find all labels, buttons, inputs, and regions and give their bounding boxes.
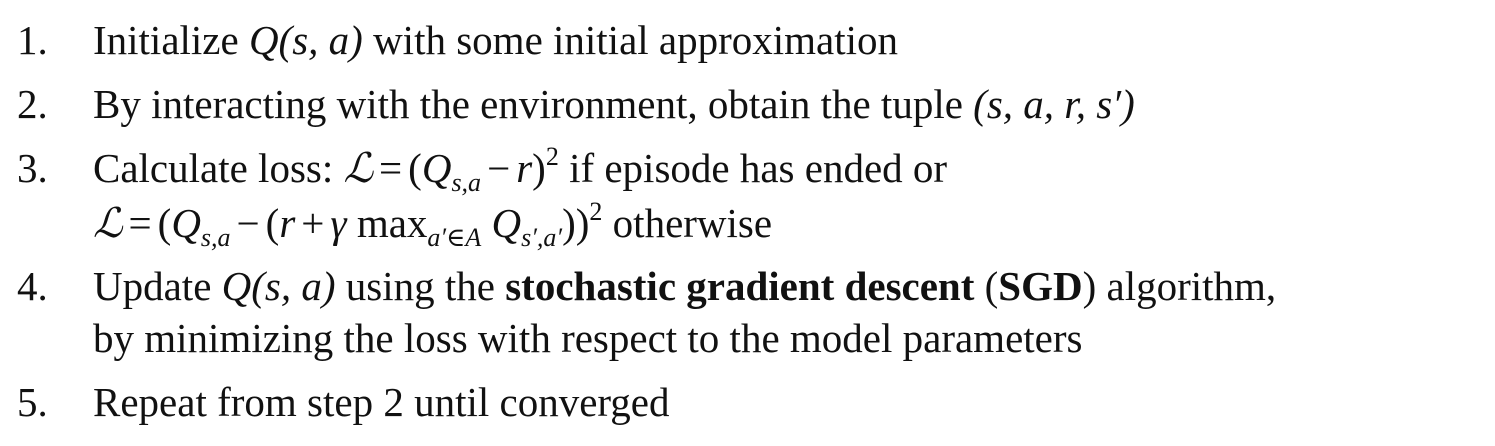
step-text-pre: Initialize (93, 17, 249, 63)
minus-sign: − (236, 200, 260, 246)
step-text-pre: Update (93, 263, 222, 309)
step-number: 2. (17, 81, 48, 127)
reward-symbol: r (516, 145, 533, 191)
step-text-post: if episode has ended or (558, 145, 948, 191)
q-subscript: s,a (451, 168, 482, 197)
q-subscript: s′,a′ (521, 223, 563, 252)
step-text: By interacting with the environment, obt… (93, 80, 1135, 128)
equals-sign: = (128, 200, 152, 246)
max-operator: max (356, 200, 428, 246)
step-text-mid: using the (335, 263, 506, 309)
algorithm-steps-list: 1. Initialize Q(s, a) with some initial … (0, 0, 1495, 446)
paren-open: ( (265, 200, 280, 246)
step-number: 3. (17, 145, 48, 191)
minus-sign: − (487, 145, 511, 191)
q-function: Q(s, a) (221, 263, 336, 309)
loss-symbol: ℒ (343, 144, 374, 192)
transition-tuple: (s, a, r, s′) (973, 81, 1135, 127)
paren-close: ) (532, 145, 546, 191)
q-symbol: Q (421, 145, 452, 191)
step-text-mid: ( (974, 263, 999, 309)
paren-open: ( (157, 200, 172, 246)
sgd-term: stochastic gradient descent (505, 263, 975, 309)
step-number: 5. (17, 379, 48, 425)
step-text: Initialize Q(s, a) with some initial app… (93, 16, 898, 64)
paren-close: )) (562, 200, 590, 246)
step-text: by minimizing the loss with respect to t… (93, 315, 1083, 361)
step-number: 1. (17, 17, 48, 63)
sgd-acronym: SGD (998, 263, 1083, 309)
q-symbol: Q (491, 200, 522, 246)
q-function: Q(s, a) (248, 17, 363, 63)
step-text: ℒ = (Qs,a − (r + γ maxa′∈A Qs′,a′))2 otherwise (93, 197, 773, 251)
max-subscript: a′∈A (427, 223, 482, 252)
exponent: 2 (589, 197, 603, 226)
step-number: 4. (17, 263, 48, 309)
step-text-post: with some initial approximation (362, 17, 899, 63)
step-text-pre: Calculate loss: (93, 145, 344, 191)
step-text-pre: By interacting with the environment, obt… (93, 81, 974, 127)
step-text-post: ) algorithm, (1082, 263, 1277, 309)
loss-symbol: ℒ (93, 199, 123, 247)
q-symbol: Q (171, 200, 201, 246)
paren-open: ( (408, 145, 422, 191)
exponent: 2 (545, 142, 559, 171)
plus-sign: + (301, 200, 325, 246)
step-text-post: otherwise (602, 200, 773, 246)
step-text: Calculate loss: ℒ = (Qs,a − r)2 if episode h… (93, 142, 948, 196)
step-text: Repeat from step 2 until converged (93, 379, 670, 425)
step-text: Update Q(s, a) using the stochastic grad… (93, 262, 1276, 310)
equals-sign: = (379, 145, 403, 191)
q-subscript: s,a (200, 223, 231, 252)
gamma-symbol: γ (330, 200, 347, 246)
reward-symbol: r (279, 200, 296, 246)
